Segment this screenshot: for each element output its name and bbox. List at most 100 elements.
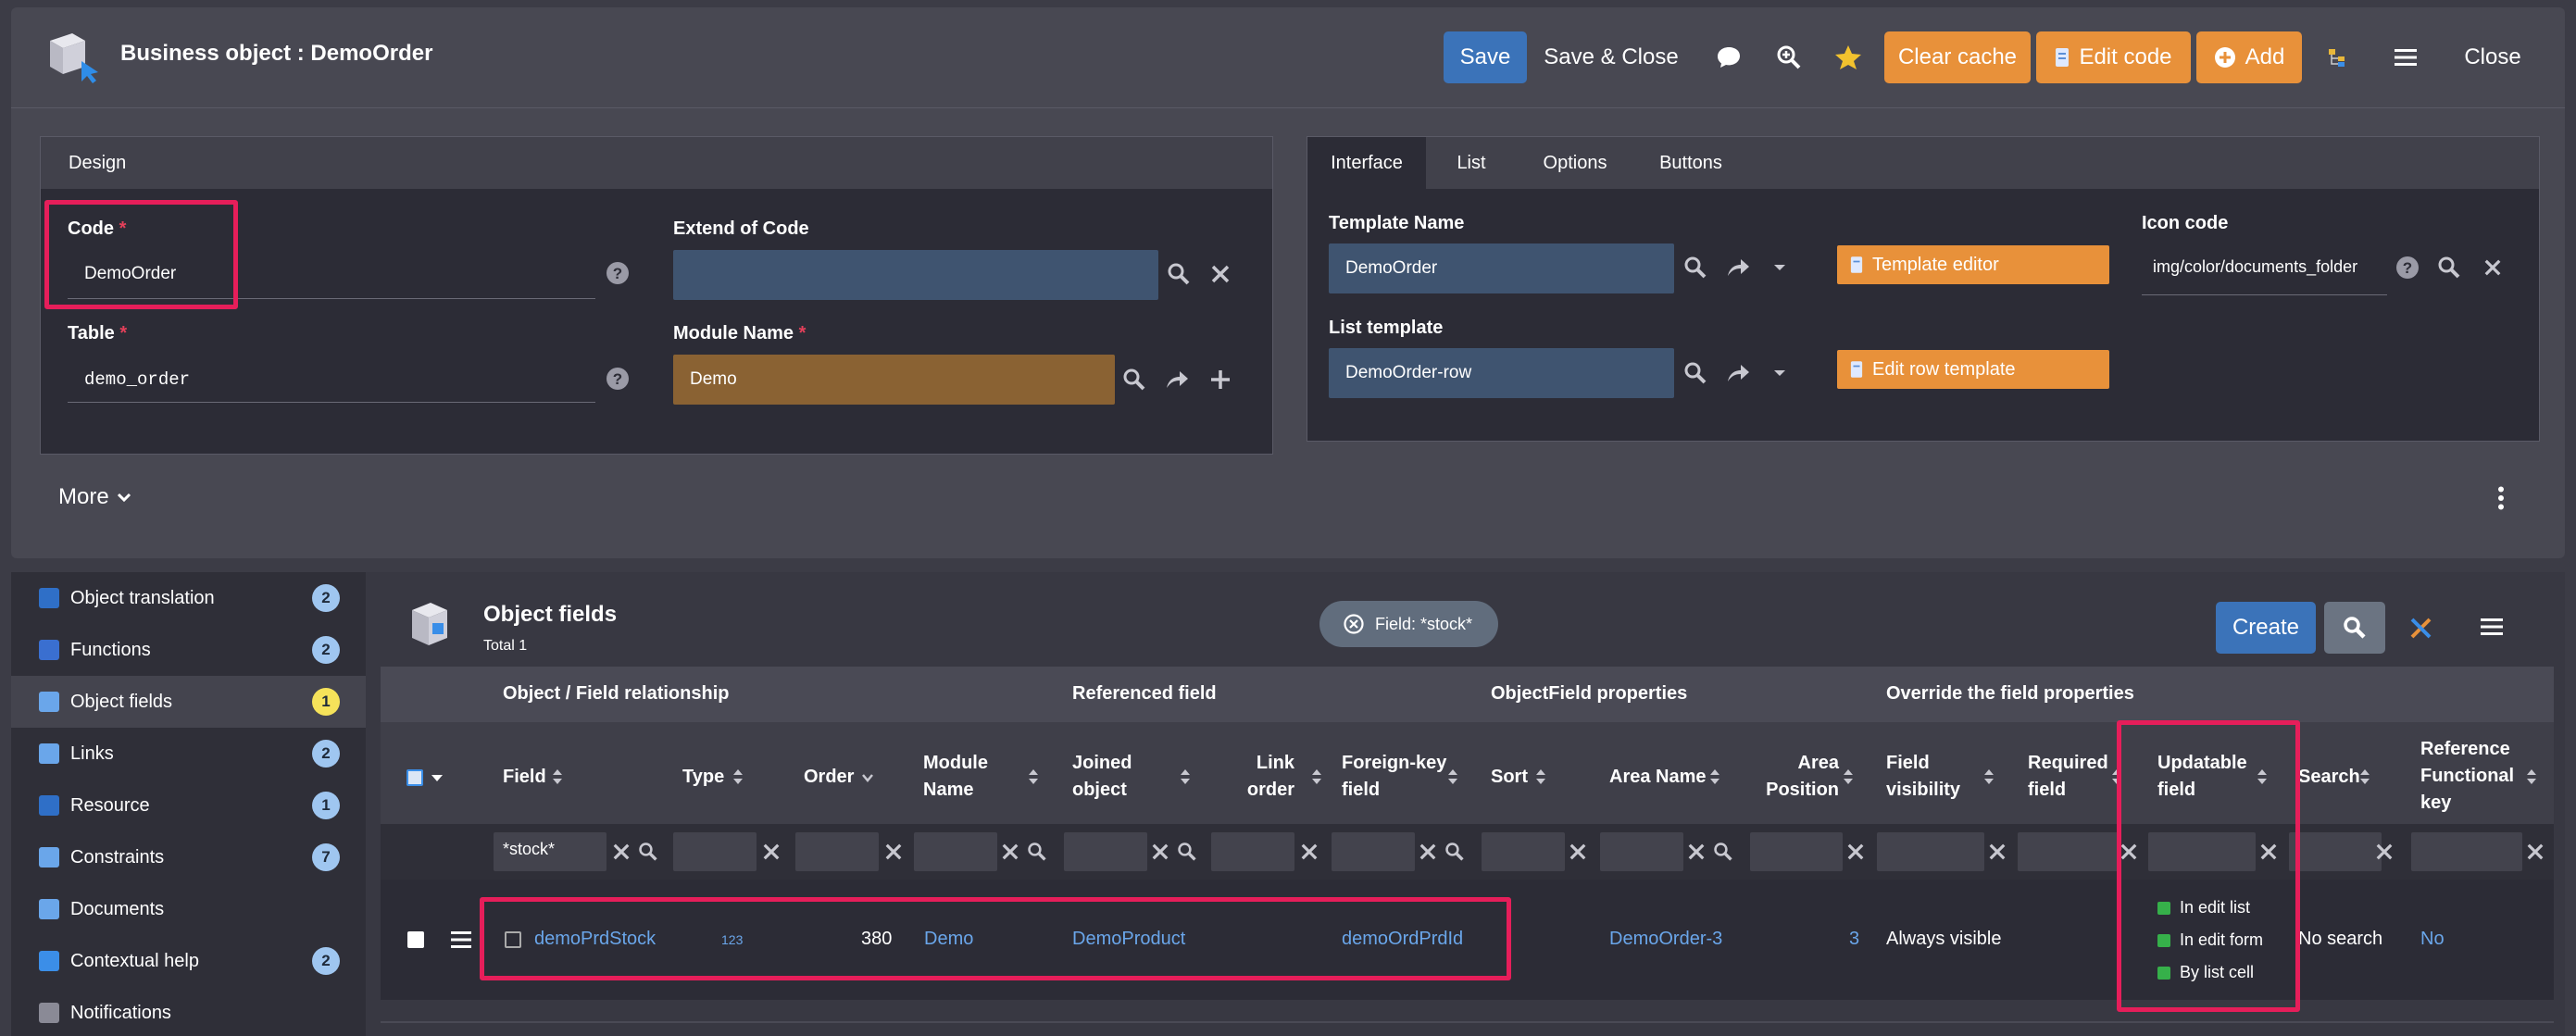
icon-code-help-icon[interactable]: ? [2395, 256, 2420, 280]
filter-input-joined[interactable] [1064, 832, 1147, 871]
sort-icon[interactable] [1983, 768, 1995, 785]
column-header-search[interactable]: Search [2298, 764, 2360, 791]
filter-input-area-name[interactable] [1600, 832, 1683, 871]
table-help-icon[interactable]: ? [606, 367, 630, 391]
add-button[interactable]: Add [2196, 31, 2302, 83]
column-header-reference-functional-key[interactable]: Reference Functional key [2420, 736, 2514, 817]
column-header-field[interactable]: Field [503, 764, 546, 791]
save-close-button[interactable]: Save & Close [1537, 31, 1685, 83]
tree-icon[interactable] [2317, 37, 2357, 78]
list-template-search-icon[interactable] [1683, 361, 1707, 385]
sort-down-icon[interactable] [862, 773, 873, 782]
table-field[interactable]: demo_order [84, 369, 190, 390]
extend-search-icon[interactable] [1167, 262, 1191, 286]
comment-icon[interactable] [1708, 37, 1749, 78]
extend-clear-icon[interactable] [1210, 264, 1231, 284]
menu-icon[interactable] [2385, 37, 2426, 78]
filter-input-field[interactable]: *stock* [494, 832, 606, 871]
filter-input-type[interactable] [673, 832, 757, 871]
filter-clear-icon[interactable] [2526, 843, 2545, 861]
template-editor-button[interactable]: Template editor [1837, 245, 2109, 284]
filter-search-icon[interactable] [638, 842, 658, 862]
tab-buttons[interactable]: Buttons [1633, 153, 1748, 174]
list-template-dropdown-icon[interactable] [1772, 368, 1787, 378]
column-header-type[interactable]: Type [682, 764, 724, 791]
sidebar-item-notifications[interactable]: Notifications [11, 987, 366, 1036]
select-all-checkbox[interactable] [406, 769, 423, 786]
filter-input-reference[interactable] [2411, 832, 2522, 871]
edit-row-template-button[interactable]: Edit row template [1837, 350, 2109, 389]
filter-remove-icon[interactable] [1344, 614, 1364, 634]
module-add-icon[interactable] [1209, 368, 1232, 391]
search-button[interactable] [2324, 602, 2385, 654]
tools-icon[interactable] [2409, 617, 2433, 641]
sort-icon[interactable] [1028, 768, 1039, 785]
column-header-field-visibility[interactable]: Field visibility [1886, 750, 1960, 804]
filter-input-visibility[interactable] [1877, 832, 1984, 871]
module-search-icon[interactable] [1122, 368, 1146, 392]
tab-options[interactable]: Options [1517, 153, 1633, 174]
filter-search-icon[interactable] [1713, 842, 1733, 862]
module-follow-icon[interactable] [1165, 369, 1189, 390]
filter-search-icon[interactable] [1177, 842, 1197, 862]
sort-icon[interactable] [1311, 768, 1322, 785]
filter-clear-icon[interactable] [1151, 843, 1169, 861]
sidebar-item-constraints[interactable]: Constraints 7 [11, 831, 366, 883]
filter-input-link-order[interactable] [1211, 832, 1294, 871]
filter-clear-icon[interactable] [1419, 843, 1437, 861]
filter-clear-icon[interactable] [1846, 843, 1865, 861]
sidebar-item-contextual-help[interactable]: Contextual help 2 [11, 935, 366, 987]
filter-input-foreign-key[interactable] [1332, 832, 1415, 871]
sort-icon[interactable] [1535, 768, 1546, 785]
list-menu-icon[interactable] [2481, 618, 2503, 636]
filter-clear-icon[interactable] [1001, 843, 1019, 861]
filter-input-order[interactable] [795, 832, 879, 871]
sort-icon[interactable] [1709, 768, 1720, 785]
edit-code-button[interactable]: Edit code [2036, 31, 2191, 83]
close-button[interactable]: Close [2450, 31, 2535, 83]
sidebar-item-documents[interactable]: Documents [11, 883, 366, 935]
template-dropdown-icon[interactable] [1772, 263, 1787, 272]
sidebar-item-links[interactable]: Links 2 [11, 728, 366, 780]
filter-search-icon[interactable] [1444, 842, 1465, 862]
template-follow-icon[interactable] [1726, 257, 1750, 278]
extend-code-field[interactable] [673, 250, 1158, 300]
filter-input-sort[interactable] [1482, 832, 1565, 871]
sort-icon[interactable] [2526, 768, 2537, 785]
filter-clear-icon[interactable] [1988, 843, 2007, 861]
sidebar-item-functions[interactable]: Functions 2 [11, 624, 366, 676]
create-button[interactable]: Create [2216, 602, 2316, 654]
column-header-order[interactable]: Order [804, 764, 854, 791]
search-zoom-icon[interactable] [1769, 37, 1809, 78]
sort-icon[interactable] [1447, 768, 1458, 785]
filter-clear-icon[interactable] [762, 843, 781, 861]
sort-icon[interactable] [1843, 768, 1854, 785]
clear-cache-button[interactable]: Clear cache [1884, 31, 2031, 83]
column-header-area-name[interactable]: Area Name [1609, 764, 1707, 791]
code-help-icon[interactable]: ? [606, 261, 630, 285]
sidebar-item-object-translation[interactable]: Object translation 2 [11, 572, 366, 624]
filter-input-area-position[interactable] [1750, 832, 1843, 871]
column-header-sort[interactable]: Sort [1491, 764, 1528, 791]
sidebar-item-resource[interactable]: Resource 1 [11, 780, 366, 831]
column-header-joined-object[interactable]: Joined object [1072, 750, 1132, 804]
column-header-link-order[interactable]: Link order [1204, 750, 1294, 804]
list-template-field[interactable]: DemoOrder-row [1329, 348, 1674, 398]
row-menu-icon[interactable] [451, 930, 471, 949]
more-toggle[interactable]: More [58, 484, 131, 510]
sidebar-item-object-fields[interactable]: Object fields 1 [11, 676, 366, 728]
filter-clear-icon[interactable] [1687, 843, 1706, 861]
filter-clear-icon[interactable] [1300, 843, 1319, 861]
favorite-star-icon[interactable] [1828, 37, 1869, 78]
save-button[interactable]: Save [1444, 31, 1527, 83]
filter-input-search[interactable] [2289, 832, 2382, 871]
filter-chip[interactable]: Field: *stock* [1319, 601, 1498, 647]
cell-reference[interactable]: No [2420, 929, 2445, 950]
sort-icon[interactable] [732, 768, 744, 785]
sort-icon[interactable] [2359, 768, 2370, 785]
kebab-menu-icon[interactable] [2497, 486, 2505, 510]
icon-code-clear-icon[interactable] [2483, 258, 2502, 277]
filter-input-required[interactable] [2018, 832, 2120, 871]
select-all-dropdown-icon[interactable] [431, 774, 444, 782]
row-checkbox[interactable] [407, 931, 424, 948]
